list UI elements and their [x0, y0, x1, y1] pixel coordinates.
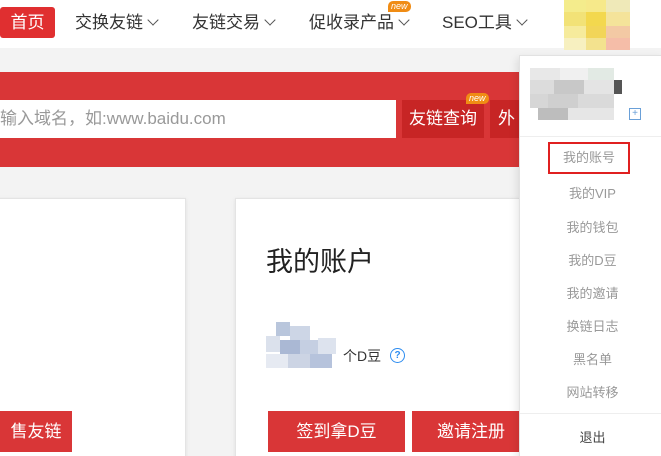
domain-search-input[interactable]	[0, 100, 396, 138]
menu-item-my-wallet[interactable]: 我的钱包	[520, 217, 661, 236]
checkin-button[interactable]: 签到拿D豆	[268, 411, 405, 452]
user-info-blurred	[520, 56, 661, 136]
nav-item-index-products[interactable]: 促收录产品	[309, 10, 410, 36]
top-nav: 首页 交换友链 友链交易 促收录产品 new SEO工具	[0, 0, 661, 50]
nav-item-seo-tools[interactable]: SEO工具	[442, 10, 528, 36]
help-icon[interactable]: ?	[390, 348, 405, 363]
chevron-down-icon	[516, 14, 528, 26]
menu-item-my-invites[interactable]: 我的邀请	[520, 283, 661, 302]
nav-home[interactable]: 首页	[0, 7, 55, 38]
nav-item-label: 交换友链	[75, 13, 143, 32]
nav-item-label: 促收录产品	[309, 13, 394, 32]
nav-item-link-trade[interactable]: 友链交易	[192, 10, 276, 36]
menu-item-site-transfer[interactable]: 网站转移	[520, 382, 661, 401]
chevron-down-icon	[264, 14, 276, 26]
invite-register-button[interactable]: 邀请注册	[412, 411, 530, 452]
new-badge: new	[466, 93, 489, 104]
nav-item-label: SEO工具	[442, 13, 512, 32]
menu-item-my-dou[interactable]: 我的D豆	[520, 250, 661, 269]
menu-item-blacklist[interactable]: 黑名单	[520, 349, 661, 368]
nav-item-label: 友链交易	[192, 13, 260, 32]
chevron-down-icon	[147, 14, 159, 26]
divider	[520, 136, 661, 137]
menu-item-my-account[interactable]: 我的账号	[548, 142, 630, 174]
logout-button[interactable]: 退出	[520, 427, 661, 446]
dou-balance-blurred	[266, 322, 338, 372]
link-query-button[interactable]: 友链查询	[402, 100, 484, 138]
chevron-down-icon	[398, 14, 410, 26]
account-card-title: 我的账户	[266, 247, 374, 277]
add-icon[interactable]: +	[629, 108, 641, 120]
dou-unit-label: 个D豆	[343, 348, 382, 364]
nav-item-exchange-links[interactable]: 交换友链	[75, 10, 159, 36]
new-badge: new	[388, 1, 411, 12]
avatar[interactable]	[560, 0, 630, 50]
sell-links-button[interactable]: 售友链	[0, 411, 72, 452]
account-dropdown-menu: + 我的账号 我的VIP 我的钱包 我的D豆 我的邀请 换链日志 黑名单 网站转…	[519, 55, 661, 456]
divider	[520, 413, 661, 414]
menu-item-link-log[interactable]: 换链日志	[520, 316, 661, 335]
menu-item-my-vip[interactable]: 我的VIP	[520, 183, 661, 202]
